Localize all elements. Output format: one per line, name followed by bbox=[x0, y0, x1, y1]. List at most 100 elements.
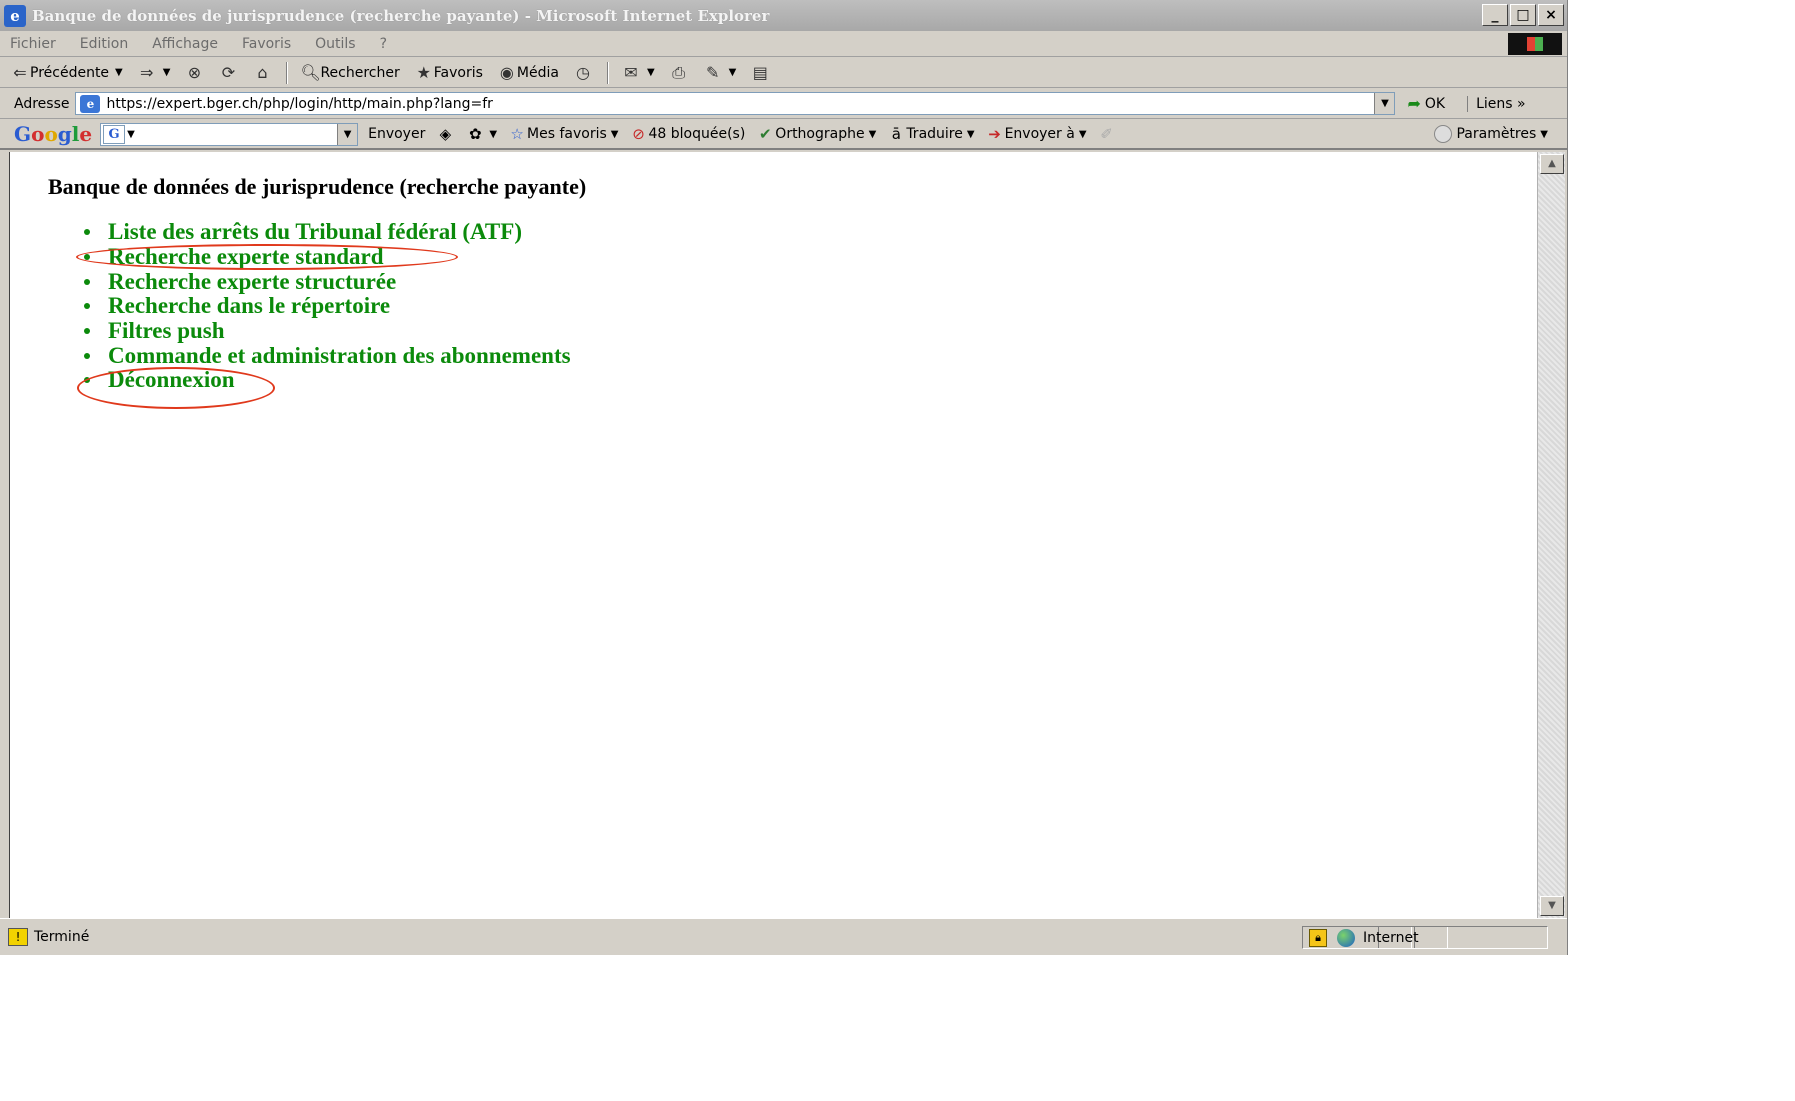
title-bar: e Banque de données de jurisprudence (re… bbox=[0, 0, 1567, 31]
ie-logo-icon: e bbox=[4, 4, 26, 27]
menu-bar: Fichier Edition Affichage Favoris Outils… bbox=[0, 31, 1567, 57]
links-button[interactable]: Liens » bbox=[1467, 95, 1526, 112]
news-button[interactable]: ✿ ▼ bbox=[465, 124, 497, 144]
forward-arrow-icon: ⇒ bbox=[140, 62, 154, 82]
window-title: Banque de données de jurisprudence (rech… bbox=[32, 6, 770, 25]
bullet-icon bbox=[84, 352, 90, 359]
lock-icon[interactable]: 🔒︎ bbox=[1309, 928, 1327, 947]
standard-toolbar: ⇐ Précédente ▼ ⇒ ▼ ⊗ ⟳ ⌂ 🔍︎ Rechercher ★… bbox=[0, 58, 1567, 88]
sendto-button[interactable]: ➔ Envoyer à ▼ bbox=[985, 124, 1087, 144]
bullet-icon bbox=[84, 377, 90, 384]
browser-window: e Banque de données de jurisprudence (re… bbox=[0, 0, 1568, 955]
link-directory-search[interactable]: Recherche dans le répertoire bbox=[108, 293, 390, 319]
chevron-down-icon[interactable]: ▼ bbox=[127, 129, 135, 140]
home-icon: ⌂ bbox=[257, 62, 268, 82]
chevron-down-icon[interactable]: ▼ bbox=[647, 67, 655, 78]
menu-favorites[interactable]: Favoris bbox=[242, 36, 291, 52]
pagerank-button[interactable]: ◈ bbox=[435, 124, 455, 144]
address-label: Adresse bbox=[14, 95, 70, 112]
chevron-down-icon[interactable]: ▼ bbox=[611, 129, 619, 140]
news-icon: ✿ bbox=[469, 125, 482, 143]
stop-icon: ⊗ bbox=[187, 62, 202, 82]
chevron-down-icon[interactable]: ▼ bbox=[869, 129, 877, 140]
bookmarks-button[interactable]: ☆ Mes favoris ▼ bbox=[507, 124, 618, 144]
back-arrow-icon: ⇐ bbox=[13, 62, 27, 82]
favorites-button[interactable]: ★ Favoris bbox=[414, 63, 483, 83]
popup-blocker-button[interactable]: ⊘ 48 bloquée(s) bbox=[628, 124, 745, 144]
vertical-scrollbar[interactable]: ▲ ▼ bbox=[1537, 152, 1565, 918]
chevron-down-icon[interactable]: ▼ bbox=[1540, 129, 1548, 140]
address-bar: Adresse e https://expert.bger.ch/php/log… bbox=[0, 89, 1567, 119]
edit-icon: ✎ bbox=[705, 62, 720, 82]
google-search-input[interactable]: G ▼ ▼ bbox=[100, 122, 359, 146]
link-standard-search[interactable]: Recherche experte standard bbox=[108, 244, 384, 270]
google-search-dropdown[interactable]: ▼ bbox=[337, 123, 358, 145]
search-button[interactable]: 🔍︎ Rechercher bbox=[300, 63, 399, 83]
scroll-up-button[interactable]: ▲ bbox=[1540, 154, 1564, 174]
highlight-button[interactable]: ✐ bbox=[1097, 124, 1117, 144]
bullet-icon bbox=[84, 229, 90, 236]
print-button[interactable]: ⎙ bbox=[669, 63, 689, 83]
media-icon: ◉ bbox=[499, 62, 514, 82]
discuss-button[interactable]: ▤ bbox=[750, 63, 770, 83]
refresh-button[interactable]: ⟳ bbox=[218, 63, 238, 83]
chevron-down-icon[interactable]: ▼ bbox=[1079, 129, 1087, 140]
google-g-icon[interactable]: G bbox=[103, 124, 126, 144]
translate-label: Traduire bbox=[906, 126, 963, 142]
chevron-down-icon[interactable]: ▼ bbox=[729, 67, 737, 78]
go-button[interactable]: ➦ OK bbox=[1407, 94, 1445, 113]
google-send-button[interactable]: Envoyer bbox=[368, 126, 425, 142]
chevron-down-icon[interactable]: ▼ bbox=[489, 129, 497, 140]
link-atf-list[interactable]: Liste des arrêts du Tribunal fédéral (AT… bbox=[108, 219, 522, 245]
list-item: Liste des arrêts du Tribunal fédéral (AT… bbox=[84, 219, 571, 245]
google-send-label: Envoyer bbox=[368, 126, 426, 142]
maximize-button[interactable]: □ bbox=[1510, 4, 1536, 26]
scroll-down-button[interactable]: ▼ bbox=[1540, 896, 1564, 916]
chevron-down-icon[interactable]: ▼ bbox=[115, 67, 123, 78]
link-subscriptions[interactable]: Commande et administration des abonnemen… bbox=[108, 343, 571, 369]
list-item: Commande et administration des abonnemen… bbox=[84, 343, 571, 368]
star-icon: ☆ bbox=[510, 125, 524, 143]
forward-button[interactable]: ⇒ ▼ bbox=[137, 62, 171, 83]
address-url[interactable]: https://expert.bger.ch/php/login/http/ma… bbox=[106, 96, 1374, 112]
menu-help[interactable]: ? bbox=[380, 36, 387, 52]
settings-button[interactable]: Paramètres ▼ bbox=[1434, 125, 1548, 143]
highlighter-icon: ✐ bbox=[1100, 125, 1113, 143]
list-item: Recherche dans le répertoire bbox=[84, 293, 571, 319]
link-structured-search[interactable]: Recherche experte structurée bbox=[108, 269, 396, 295]
edit-button[interactable]: ✎ ▼ bbox=[703, 62, 737, 83]
translate-button[interactable]: ā Traduire ▼ bbox=[886, 124, 975, 144]
address-input[interactable]: e https://expert.bger.ch/php/login/http/… bbox=[75, 92, 1396, 115]
menu-edit[interactable]: Edition bbox=[80, 36, 128, 52]
chevron-down-icon[interactable]: ▼ bbox=[967, 129, 975, 140]
minimize-button[interactable]: _ bbox=[1482, 4, 1508, 26]
mail-button[interactable]: ✉ ▼ bbox=[621, 63, 655, 83]
link-push-filters[interactable]: Filtres push bbox=[108, 318, 225, 344]
zone-label: Internet bbox=[1363, 929, 1419, 946]
search-label: Rechercher bbox=[320, 64, 400, 81]
menu-view[interactable]: Affichage bbox=[152, 36, 218, 52]
menu-tools[interactable]: Outils bbox=[315, 36, 355, 52]
settings-icon bbox=[1434, 125, 1453, 143]
bullet-icon bbox=[84, 278, 90, 285]
toolbar-separator bbox=[286, 61, 289, 84]
history-icon: ◷ bbox=[575, 62, 590, 82]
list-item: Recherche experte structurée bbox=[84, 269, 571, 294]
chevron-down-icon[interactable]: ▼ bbox=[163, 67, 171, 78]
back-button[interactable]: ⇐ Précédente ▼ bbox=[10, 62, 123, 83]
send-arrow-icon: ➔ bbox=[988, 125, 1001, 143]
link-logout[interactable]: Déconnexion bbox=[108, 367, 235, 393]
close-button[interactable]: × bbox=[1538, 4, 1564, 26]
security-zone[interactable]: 🔒︎ Internet bbox=[1302, 926, 1548, 949]
document-icon: ▤ bbox=[752, 62, 768, 82]
stop-button[interactable]: ⊗ bbox=[184, 63, 204, 83]
home-button[interactable]: ⌂ bbox=[252, 63, 272, 83]
spellcheck-button[interactable]: ✔ Orthographe ▼ bbox=[755, 124, 876, 144]
media-label: Média bbox=[516, 64, 559, 81]
history-button[interactable]: ◷ bbox=[573, 63, 593, 83]
media-button[interactable]: ◉ Média bbox=[497, 63, 559, 83]
google-logo[interactable]: Google bbox=[14, 122, 92, 146]
address-dropdown-button[interactable]: ▼ bbox=[1374, 93, 1395, 114]
star-folder-icon: ★ bbox=[416, 62, 431, 82]
menu-file[interactable]: Fichier bbox=[10, 36, 56, 52]
